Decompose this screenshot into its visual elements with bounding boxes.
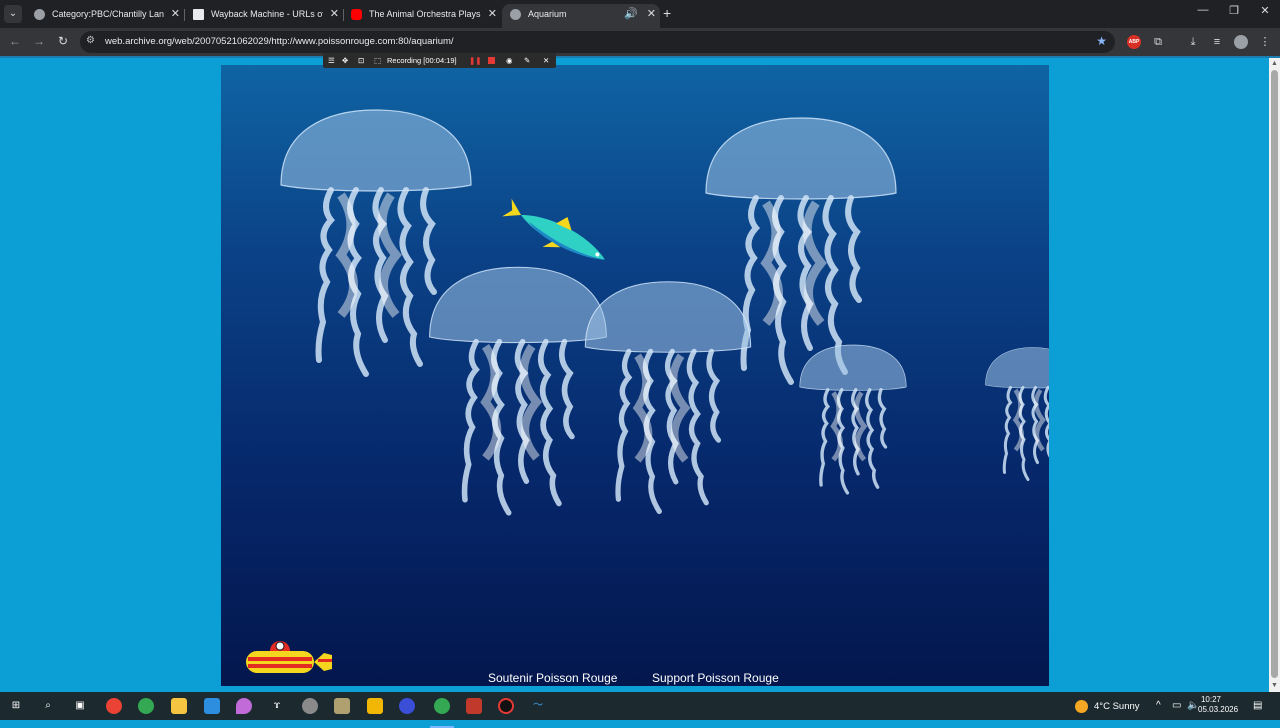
browser-toolbar: ← → ↻ ⚙ web.archive.org/web/200705210620… [0, 28, 1280, 56]
bookmark-star-icon[interactable]: ★ [1096, 34, 1107, 48]
feather-icon[interactable]: ɤ [269, 698, 285, 714]
scroll-up-icon[interactable]: ▲ [1271, 60, 1278, 67]
close-icon[interactable]: ✕ [647, 4, 656, 24]
app-icon[interactable] [399, 698, 415, 714]
media-app-icon[interactable] [466, 698, 482, 714]
window-close-icon[interactable]: ✕ [1250, 4, 1280, 17]
tab-title: Wayback Machine - URLs of htt [211, 9, 323, 19]
scroll-down-icon[interactable]: ▼ [1271, 682, 1278, 689]
minimize-icon[interactable]: — [1188, 4, 1218, 16]
tab-search-button[interactable]: ⌄ [4, 5, 22, 23]
network-icon[interactable]: ▭ [1172, 700, 1181, 711]
adblock-icon[interactable]: ABP [1127, 35, 1141, 49]
media-control-icon[interactable]: ≡ [1210, 35, 1224, 49]
app-icon[interactable] [302, 698, 318, 714]
sun-icon [1075, 700, 1088, 713]
download-icon[interactable]: ⤓ [1186, 35, 1200, 49]
gear-icon [34, 9, 45, 20]
close-icon[interactable]: ✕ [543, 55, 549, 66]
restore-icon[interactable]: ❐ [1219, 4, 1249, 17]
chrome-alt-icon[interactable] [138, 698, 154, 714]
task-view-icon[interactable]: ▣ [72, 698, 88, 714]
speaker-icon[interactable]: 🔊 [624, 4, 638, 24]
date-text: 05.03.2026 [1198, 705, 1239, 714]
windows-taskbar [0, 692, 1280, 720]
tab-animal-orchestra[interactable]: The Animal Orchestra Plays Bac ✕ [343, 4, 501, 28]
globe-icon [510, 9, 521, 20]
system-clock[interactable]: 10:27 05.03.2026 [1198, 695, 1239, 715]
youtube-icon [351, 9, 362, 20]
jellyfish[interactable] [800, 345, 906, 493]
support-link-french[interactable]: Soutenir Poisson Rouge [488, 671, 617, 685]
tab-aquarium[interactable]: Aquarium 🔊 ✕ [502, 4, 660, 28]
back-icon[interactable]: ← [6, 34, 24, 48]
pause-icon[interactable]: ❚❚ [469, 55, 482, 66]
weather-text[interactable]: 4°C Sunny [1094, 701, 1140, 712]
camera-icon[interactable]: ◉ [506, 55, 513, 66]
move-icon[interactable]: ✥ [342, 55, 348, 66]
jellyfish[interactable] [986, 348, 1050, 480]
page-top-border [0, 56, 1280, 58]
zoom-region-icon[interactable]: ⊡ [358, 55, 364, 66]
media-player-icon[interactable] [334, 698, 350, 714]
new-tab-button[interactable]: + [663, 5, 671, 21]
close-icon[interactable]: ✕ [488, 4, 497, 24]
tab-title: Category:PBC/Chantilly Lane | A [52, 9, 164, 19]
stop-icon[interactable] [488, 57, 495, 64]
extensions-icon[interactable]: ⧉ [1151, 35, 1165, 49]
search-icon[interactable]: ⌕ [40, 698, 56, 714]
chrome-icon[interactable] [106, 698, 122, 714]
close-icon[interactable]: ✕ [171, 4, 180, 24]
archive-icon [193, 9, 204, 20]
file-explorer-icon[interactable] [171, 698, 187, 714]
tab-wayback-machine[interactable]: Wayback Machine - URLs of htt ✕ [185, 4, 343, 28]
aquarium-tank[interactable] [221, 65, 1049, 686]
time-text: 10:27 [1200, 695, 1222, 704]
tab-title: The Animal Orchestra Plays Bac [369, 9, 481, 19]
notes-icon[interactable] [367, 698, 383, 714]
pen-icon[interactable]: ✎ [524, 55, 530, 66]
site-info-icon[interactable]: ⚙ [86, 35, 95, 46]
chrome-active-icon[interactable] [434, 698, 450, 714]
recording-status: Recording [00:04:19] [387, 56, 457, 65]
jellyfish[interactable] [585, 282, 750, 512]
screen-recorder-bar: ☰ ✥ ⊡ ⬚ Recording [00:04:19] ❚❚ ◉ ✎ ✕ [323, 53, 556, 68]
start-icon[interactable]: ⊞ [8, 698, 24, 714]
tab-bar: ⌄ Category:PBC/Chantilly Lane | A ✕ Wayb… [0, 0, 1280, 28]
app-icon[interactable] [204, 698, 220, 714]
scrollbar-thumb[interactable] [1271, 70, 1278, 678]
forward-icon[interactable]: → [30, 34, 48, 48]
notification-icon[interactable]: ▤ [1253, 700, 1262, 711]
url-text[interactable]: web.archive.org/web/20070521062029/http:… [105, 36, 454, 47]
aquarium-scene [246, 65, 1050, 673]
dolphin-icon[interactable]: 〜 [530, 698, 546, 714]
paint-drop-icon[interactable] [236, 698, 252, 714]
more-menu-icon[interactable]: ⋮ [1258, 35, 1272, 49]
close-icon[interactable]: ✕ [330, 4, 339, 24]
tab-title: Aquarium [528, 9, 567, 19]
page-scrollbar[interactable]: ▲ ▼ [1269, 58, 1280, 692]
record-icon[interactable] [498, 698, 514, 714]
reload-icon[interactable]: ↻ [54, 34, 72, 48]
jellyfish[interactable] [430, 267, 607, 513]
support-link-english[interactable]: Support Poisson Rouge [652, 671, 779, 685]
menu-icon[interactable]: ☰ [328, 55, 335, 66]
chevron-up-icon[interactable]: ^ [1156, 700, 1161, 711]
tab-chantilly-lane[interactable]: Category:PBC/Chantilly Lane | A ✕ [26, 4, 184, 28]
profile-avatar[interactable] [1234, 35, 1248, 49]
submarine-icon[interactable] [246, 641, 332, 673]
fish[interactable] [498, 190, 614, 276]
region-icon[interactable]: ⬚ [374, 55, 381, 66]
address-bar[interactable]: ⚙ web.archive.org/web/20070521062029/htt… [80, 31, 1115, 53]
